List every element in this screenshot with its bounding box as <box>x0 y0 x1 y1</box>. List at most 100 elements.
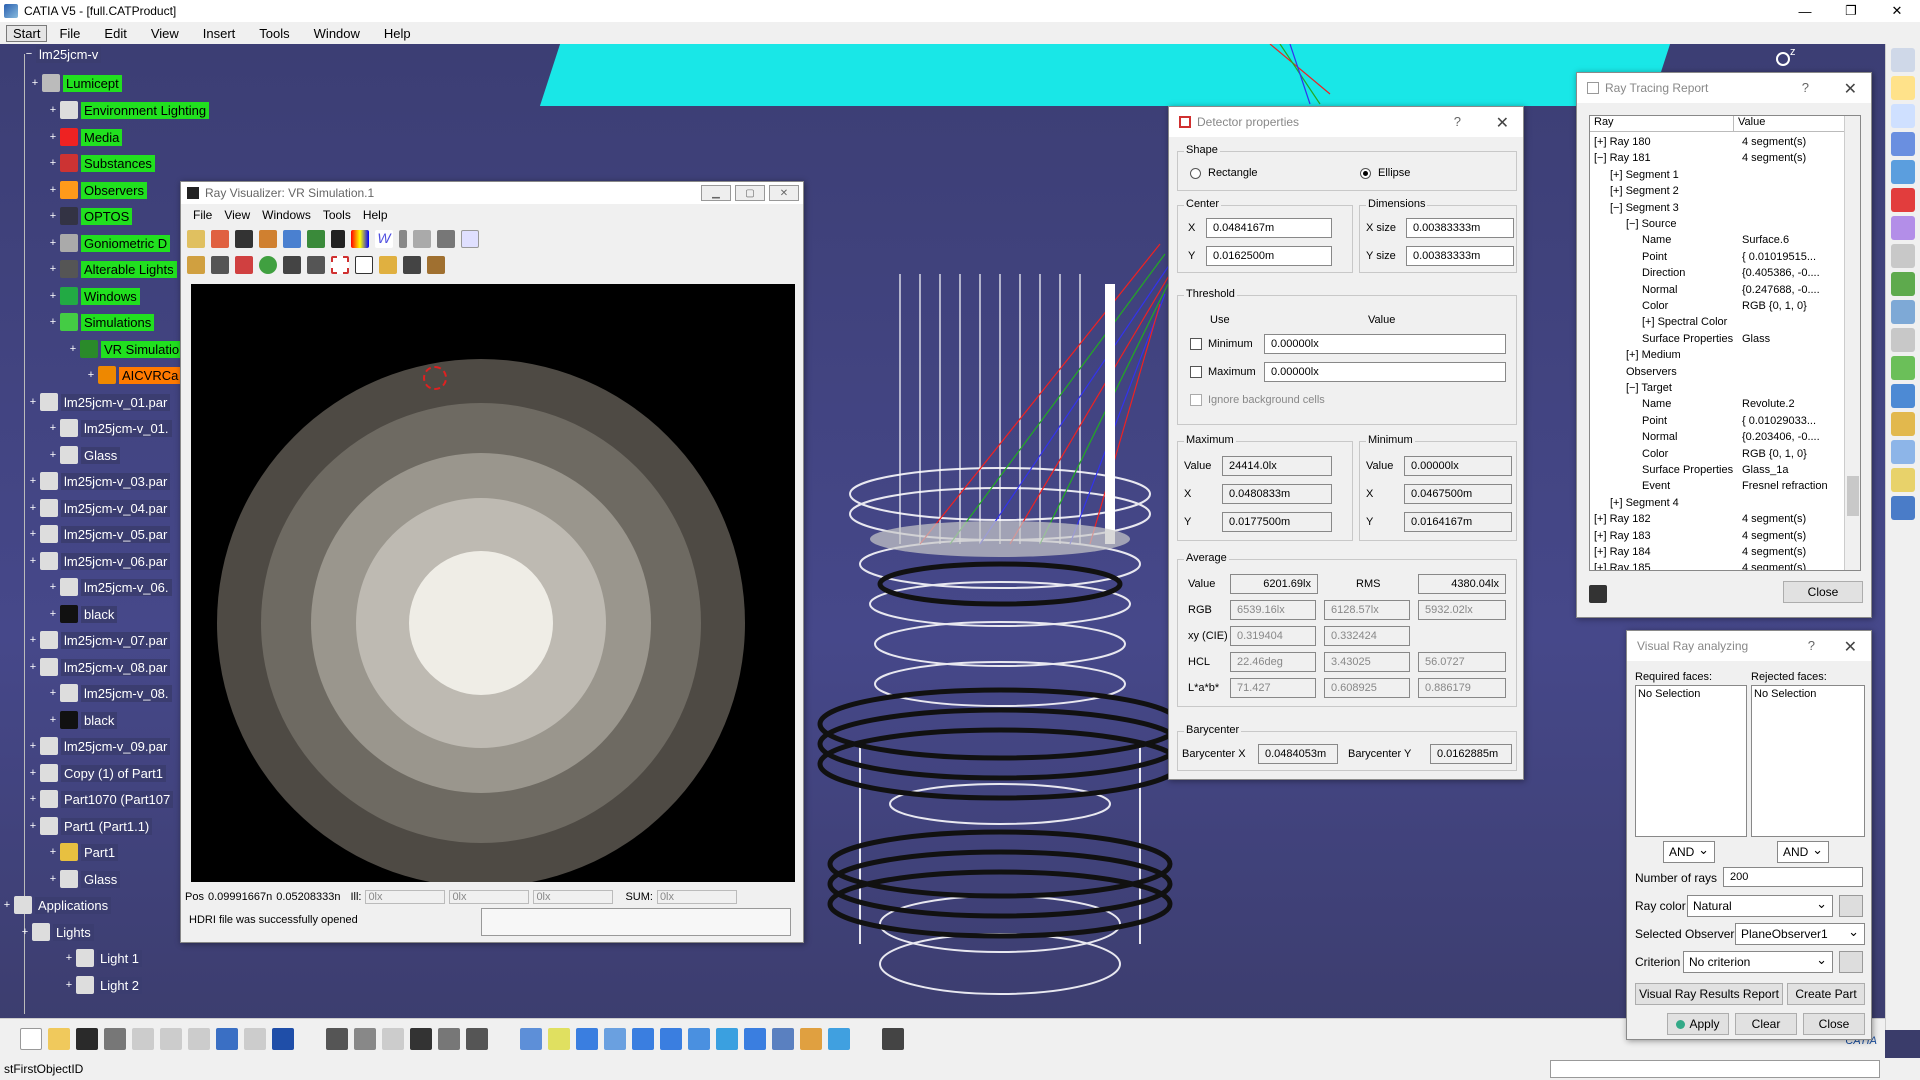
tree-node[interactable]: + VR Simulatio <box>68 339 183 359</box>
detector-help-button[interactable]: ? <box>1454 114 1461 129</box>
xsize-field[interactable]: 0.00383333m <box>1406 218 1514 238</box>
tree-node[interactable]: + black <box>48 710 118 730</box>
ray-row[interactable]: Point { 0.01019515... <box>1594 251 1854 267</box>
num-rays-field[interactable]: 200 <box>1723 867 1863 887</box>
tree-expand-icon[interactable]: + <box>48 423 58 434</box>
new-icon[interactable] <box>20 1027 42 1050</box>
tree-node[interactable]: + lm25jcm-v_07.par <box>28 630 171 650</box>
threshold-max-field[interactable]: 0.00000lx <box>1264 362 1506 382</box>
hide-show-icon[interactable] <box>800 1027 822 1050</box>
ray-expand-icon[interactable]: [+] <box>1610 185 1626 197</box>
command-input[interactable] <box>1550 1060 1880 1078</box>
paste-icon[interactable] <box>188 1027 210 1050</box>
ray-row[interactable]: Normal {0.247688, -0.... <box>1594 284 1854 300</box>
ray-row[interactable]: [−] Segment 3 <box>1594 202 1854 218</box>
menu-window[interactable]: Window <box>302 26 372 41</box>
menu-tools[interactable]: Tools <box>247 26 301 41</box>
tree-expand-icon[interactable]: + <box>48 105 58 116</box>
formula-icon[interactable] <box>326 1027 348 1050</box>
tree-node[interactable]: + Environment Lighting <box>48 100 210 120</box>
tree-expand-icon[interactable]: + <box>48 609 58 620</box>
report-scroll-thumb[interactable] <box>1847 476 1859 516</box>
ray-row[interactable]: [+] Segment 1 <box>1594 169 1854 185</box>
observer-select[interactable]: PlaneObserver1 <box>1735 923 1865 945</box>
required-faces-list[interactable]: No Selection <box>1635 685 1747 837</box>
rejected-and-select[interactable]: AND <box>1777 841 1829 863</box>
line-tool-icon[interactable] <box>1891 356 1915 380</box>
ray-expand-icon[interactable]: [+] <box>1610 497 1626 509</box>
tree-expand-icon[interactable]: + <box>28 556 38 567</box>
report-close-x[interactable]: ✕ <box>1844 79 1857 99</box>
rv-speaker-icon[interactable] <box>307 256 325 274</box>
rv-close-button[interactable]: ✕ <box>769 185 799 201</box>
report-titlebar[interactable]: Ray Tracing Report ? ✕ <box>1577 73 1871 103</box>
table-tool-icon[interactable] <box>1891 132 1915 156</box>
tree-node[interactable]: + lm25jcm-v_08. <box>48 683 172 703</box>
ray-row[interactable]: [+] Spectral Color <box>1594 316 1854 332</box>
tree-expand-icon[interactable]: + <box>48 450 58 461</box>
tree-expand-icon[interactable]: + <box>48 688 58 699</box>
ray-expand-icon[interactable]: [+] <box>1626 349 1642 361</box>
center-y-field[interactable]: 0.0162500m <box>1206 246 1332 266</box>
record-tool-icon[interactable] <box>1891 188 1915 212</box>
monitor-tool-icon[interactable] <box>1891 300 1915 324</box>
capture-icon[interactable] <box>882 1027 904 1050</box>
ray-expand-icon[interactable]: [+] <box>1610 169 1626 181</box>
tree-node[interactable]: + lm25jcm-v_01. <box>48 418 172 438</box>
ray-row[interactable]: Direction {0.405386, -0.... <box>1594 267 1854 283</box>
tree-expand-icon[interactable]: + <box>48 317 58 328</box>
tree-expand-icon[interactable]: + <box>28 741 38 752</box>
tree-node[interactable]: + AICVRCa <box>86 365 182 385</box>
tree-expand-icon[interactable]: + <box>28 794 38 805</box>
detector-close-button[interactable]: ✕ <box>1496 113 1509 133</box>
tree-expand-icon[interactable]: + <box>48 211 58 222</box>
clear-button[interactable]: Clear <box>1735 1013 1797 1035</box>
menu-view[interactable]: View <box>139 26 191 41</box>
tree-node[interactable]: + Alterable Lights <box>48 259 177 279</box>
rv-menu-view[interactable]: View <box>218 208 256 222</box>
ray-expand-icon[interactable]: [−] <box>1610 202 1626 214</box>
ray-visualizer-window[interactable]: Ray Visualizer: VR Simulation.1 ▁ ▢ ✕ Fi… <box>180 181 804 943</box>
ray-color-picker-icon[interactable] <box>1839 895 1863 917</box>
rv-save-icon[interactable] <box>235 230 253 248</box>
required-and-select[interactable]: AND <box>1663 841 1715 863</box>
ray-row[interactable]: Name Revolute.2 <box>1594 398 1854 414</box>
tree-node[interactable]: + Light 2 <box>64 975 143 995</box>
report-help-button[interactable]: ? <box>1802 80 1809 95</box>
copy-icon[interactable] <box>160 1027 182 1050</box>
tree-expand-icon[interactable]: + <box>28 635 38 646</box>
ray-row[interactable]: [−] Ray 181 4 segment(s) <box>1594 152 1854 168</box>
menu-insert[interactable]: Insert <box>191 26 248 41</box>
tree-node[interactable]: + Observers <box>48 180 147 200</box>
ray-expand-icon[interactable]: [−] <box>1626 382 1641 394</box>
rv-open-icon[interactable] <box>187 230 205 248</box>
rv-settings-icon[interactable] <box>187 256 205 274</box>
report-scrollbar[interactable] <box>1844 116 1860 570</box>
center-x-field[interactable]: 0.0484167m <box>1206 218 1332 238</box>
rejected-faces-list[interactable]: No Selection <box>1751 685 1865 837</box>
report-save-icon[interactable] <box>1589 585 1607 603</box>
visual-ray-report-button[interactable]: Visual Ray Results Report <box>1635 983 1783 1005</box>
tree-node[interactable]: + Windows <box>48 286 140 306</box>
ray-expand-icon[interactable]: [+] <box>1594 562 1610 570</box>
camera-tool-icon[interactable] <box>1891 412 1915 436</box>
rv-grid-icon[interactable] <box>355 256 373 274</box>
tree-expand-icon[interactable]: + <box>48 847 58 858</box>
undo-icon[interactable] <box>216 1027 238 1050</box>
tree-node[interactable]: + OPTOS <box>48 206 133 226</box>
select-tool-icon[interactable] <box>1891 76 1915 100</box>
cut-icon[interactable] <box>132 1027 154 1050</box>
menu-start[interactable]: Start <box>6 24 48 42</box>
report-close-button[interactable]: Close <box>1783 581 1863 603</box>
rv-colormap-icon[interactable] <box>351 230 369 248</box>
ray-color-select[interactable]: Natural <box>1687 895 1833 917</box>
ray-row[interactable]: Event Fresnel refraction <box>1594 480 1854 496</box>
rotate-icon[interactable] <box>604 1027 626 1050</box>
create-part-button[interactable]: Create Part <box>1787 983 1865 1005</box>
zoom-out-icon[interactable] <box>660 1027 682 1050</box>
rv-fill-icon[interactable] <box>403 256 421 274</box>
tree-node[interactable]: + lm25jcm-v_06.par <box>28 551 171 571</box>
ray-expand-icon[interactable]: [+] <box>1594 136 1610 148</box>
tree-node[interactable]: + Goniometric D <box>48 233 171 253</box>
maximum-checkbox[interactable] <box>1190 366 1202 378</box>
